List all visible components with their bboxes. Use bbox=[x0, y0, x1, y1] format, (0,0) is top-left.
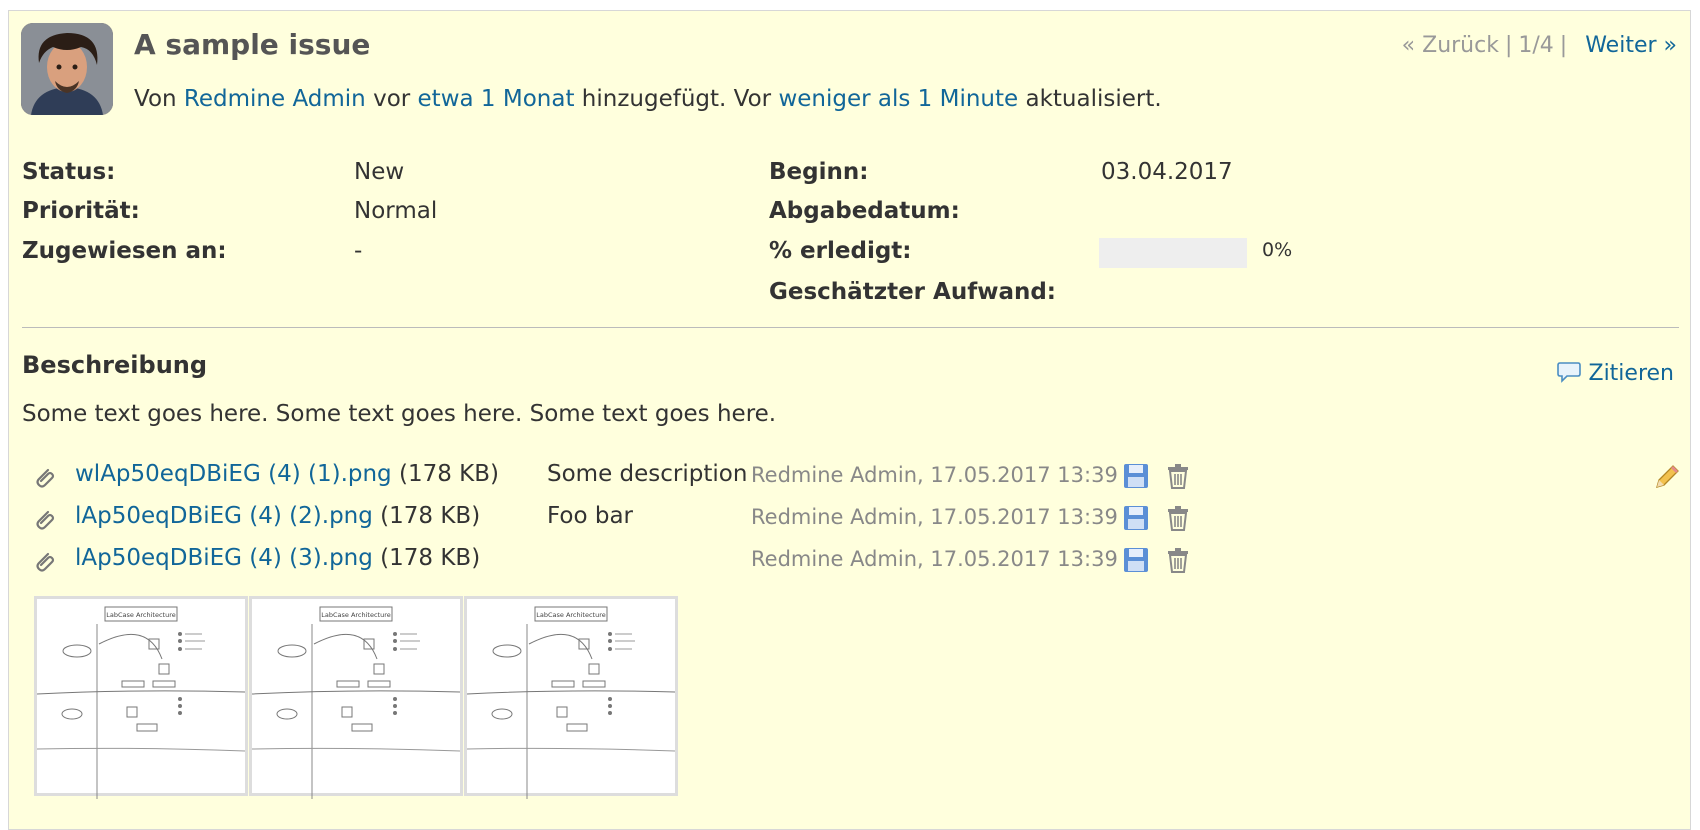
thumbnail-caption: LabCase Architecture bbox=[321, 611, 391, 619]
attachment-description: Some description bbox=[547, 461, 748, 487]
attachment-meta: Redmine Admin, 17.05.2017 13:39 bbox=[751, 505, 1118, 529]
author-link[interactable]: Redmine Admin bbox=[184, 86, 366, 112]
quote-label: Zitieren bbox=[1588, 361, 1675, 386]
attachment-meta: Redmine Admin, 17.05.2017 13:39 bbox=[751, 547, 1118, 571]
attachment-row: lAp50eqDBiEG (4) (3).png (178 KB) Redmin… bbox=[33, 545, 1683, 579]
thumbnail-caption: LabCase Architecture bbox=[536, 611, 606, 619]
added-ago-link[interactable]: etwa 1 Monat bbox=[418, 86, 575, 112]
paperclip-icon bbox=[36, 468, 55, 488]
priority-label: Priorität: bbox=[22, 198, 140, 224]
attachment-size: (178 KB) bbox=[380, 545, 481, 571]
trash-icon[interactable] bbox=[1166, 547, 1190, 573]
estimate-label: Geschätzter Aufwand: bbox=[769, 279, 1057, 305]
attachment-link[interactable]: lAp50eqDBiEG (4) (2).png bbox=[75, 503, 373, 529]
status-label: Status: bbox=[22, 159, 116, 185]
issue-title: A sample issue bbox=[134, 28, 371, 61]
start-label: Beginn: bbox=[769, 159, 869, 185]
paperclip-icon bbox=[36, 552, 55, 572]
issue-navigation: « Zurück | 1/4 | Weiter » bbox=[1402, 33, 1677, 58]
priority-value: Normal bbox=[354, 198, 438, 224]
attachment-thumbnail[interactable]: LabCase Architecture bbox=[464, 596, 678, 799]
nav-separator: | bbox=[1504, 33, 1513, 58]
avatar-portrait bbox=[21, 23, 113, 115]
pencil-icon[interactable] bbox=[1653, 463, 1681, 491]
due-label: Abgabedatum: bbox=[769, 198, 960, 224]
added-prefix: vor bbox=[373, 86, 411, 112]
description-text: Some text goes here. Some text goes here… bbox=[22, 401, 777, 427]
diagram-thumbnail-image: LabCase Architecture bbox=[466, 606, 676, 799]
attachment-link[interactable]: wlAp50eqDBiEG (4) (1).png bbox=[75, 461, 392, 487]
author-avatar bbox=[21, 23, 113, 115]
paperclip-icon bbox=[36, 510, 55, 530]
done-progress-bar bbox=[1099, 238, 1247, 268]
issue-panel: A sample issue Von Redmine Admin vor etw… bbox=[8, 10, 1691, 830]
attachment-row: wlAp50eqDBiEG (4) (1).png (178 KB) Some … bbox=[33, 461, 1683, 495]
floppy-disk-icon[interactable] bbox=[1123, 505, 1149, 531]
attachment-description: Foo bar bbox=[547, 503, 634, 529]
attachment-row: lAp50eqDBiEG (4) (2).png (178 KB) Foo ba… bbox=[33, 503, 1683, 537]
nav-position: 1/4 bbox=[1518, 33, 1554, 58]
attachment-size: (178 KB) bbox=[380, 503, 481, 529]
floppy-disk-icon[interactable] bbox=[1123, 463, 1149, 489]
status-value: New bbox=[354, 159, 405, 185]
done-label: % erledigt: bbox=[769, 238, 912, 264]
attachment-size: (178 KB) bbox=[398, 461, 499, 487]
attachment-link[interactable]: lAp50eqDBiEG (4) (3).png bbox=[75, 545, 373, 571]
trash-icon[interactable] bbox=[1166, 463, 1190, 489]
author-prefix: Von bbox=[134, 86, 177, 112]
attachment-meta: Redmine Admin, 17.05.2017 13:39 bbox=[751, 463, 1118, 487]
issue-author-line: Von Redmine Admin vor etwa 1 Monat hinzu… bbox=[134, 86, 1162, 112]
speech-bubble-icon bbox=[1556, 362, 1581, 383]
diagram-thumbnail-image: LabCase Architecture bbox=[251, 606, 461, 799]
attachment-thumbnail[interactable]: LabCase Architecture bbox=[34, 596, 248, 799]
done-percent: 0% bbox=[1262, 239, 1293, 261]
updated-ago-link[interactable]: weniger als 1 Minute bbox=[778, 86, 1018, 112]
nav-separator: | bbox=[1559, 33, 1568, 58]
start-value: 03.04.2017 bbox=[1101, 159, 1233, 185]
quote-link[interactable]: Zitieren bbox=[1556, 361, 1675, 386]
assigned-value: - bbox=[354, 238, 363, 264]
assigned-label: Zugewiesen an: bbox=[22, 238, 227, 264]
diagram-thumbnail-image: LabCase Architecture bbox=[36, 606, 246, 799]
prev-link: « Zurück bbox=[1401, 33, 1499, 58]
attachment-thumbnail[interactable]: LabCase Architecture bbox=[249, 596, 463, 799]
divider bbox=[22, 327, 1679, 328]
trash-icon[interactable] bbox=[1166, 505, 1190, 531]
updated-suffix: aktualisiert. bbox=[1025, 86, 1162, 112]
added-suffix: hinzugefügt. Vor bbox=[581, 86, 772, 112]
next-link[interactable]: Weiter » bbox=[1585, 33, 1677, 58]
description-heading: Beschreibung bbox=[22, 351, 208, 379]
floppy-disk-icon[interactable] bbox=[1123, 547, 1149, 573]
thumbnail-caption: LabCase Architecture bbox=[106, 611, 176, 619]
